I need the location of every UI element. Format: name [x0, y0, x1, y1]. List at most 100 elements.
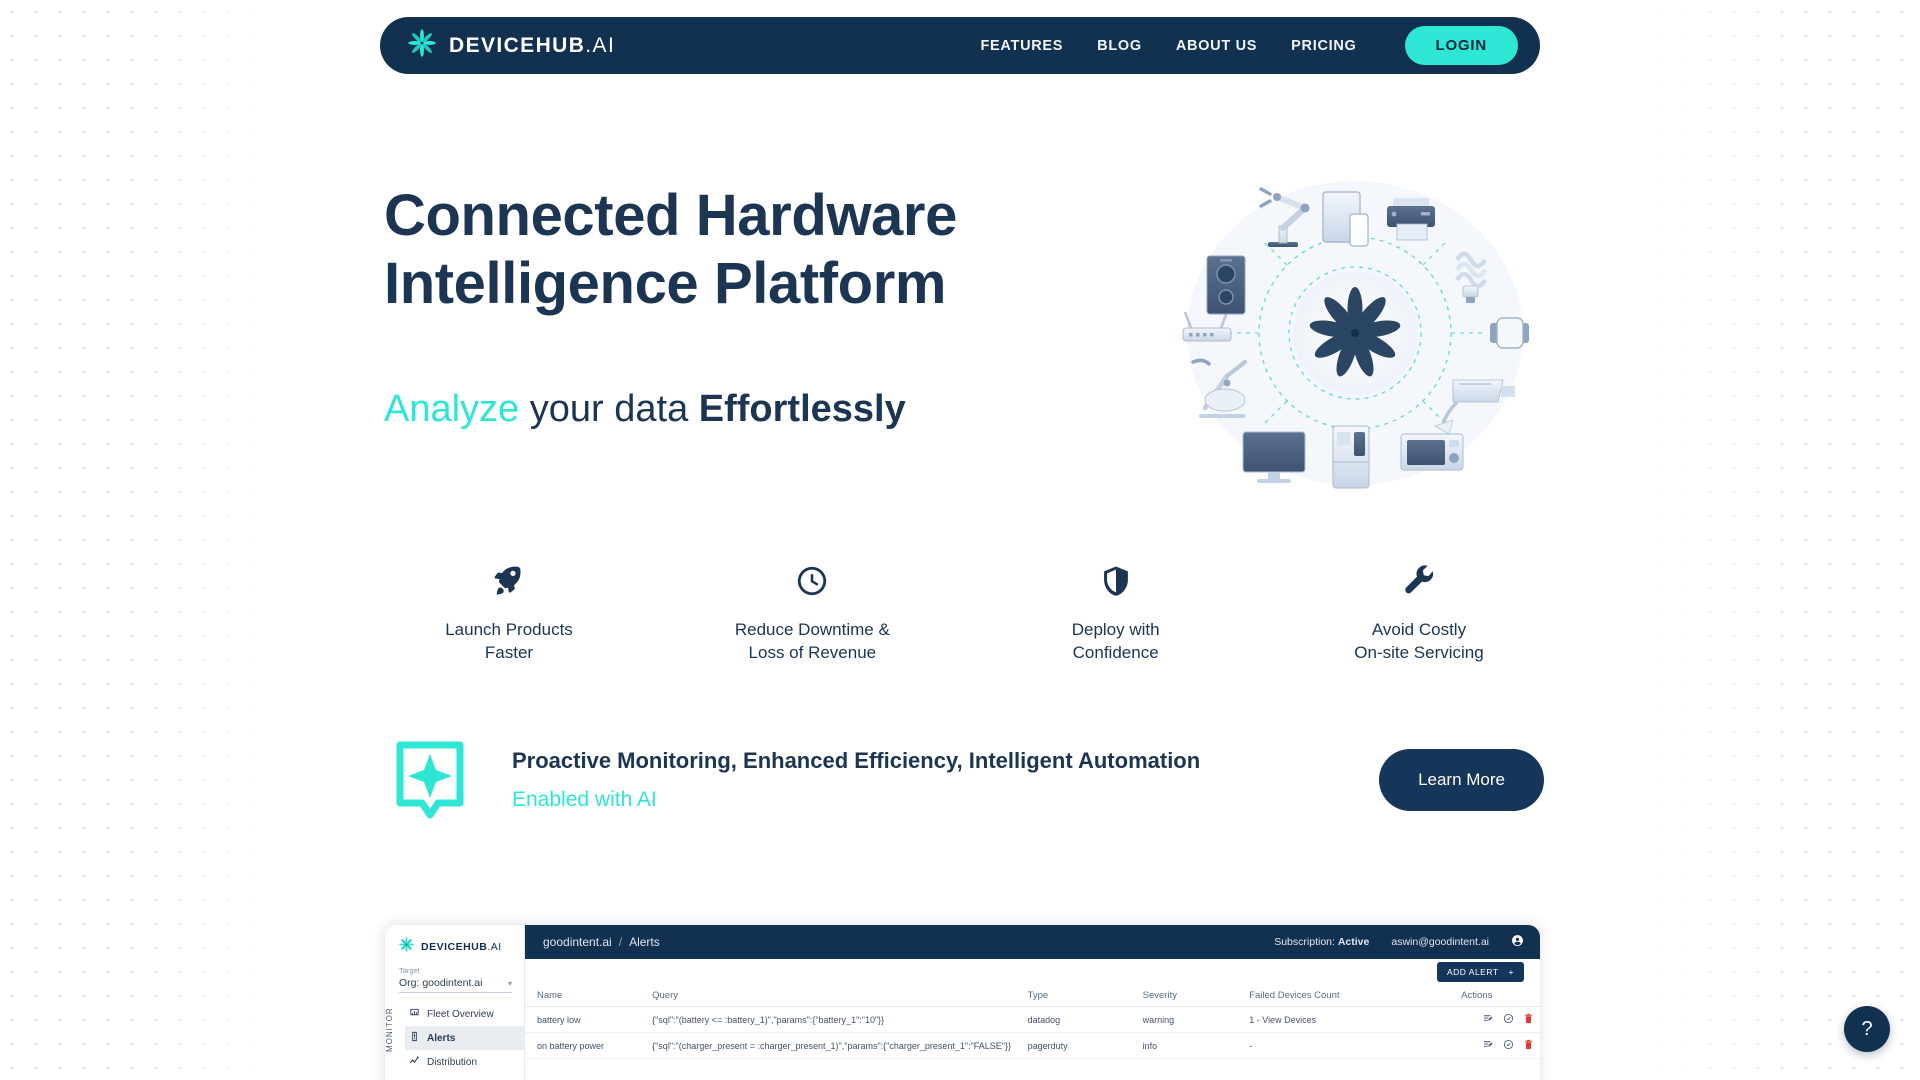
nav-link-about-us[interactable]: ABOUT US: [1176, 38, 1257, 54]
cell-severity: warning: [1136, 1006, 1244, 1033]
target-selector-wrap: Target Org: goodintent.ai ▾: [385, 957, 524, 993]
plus-icon: +: [1508, 967, 1514, 977]
sync-icon[interactable]: [1503, 1039, 1514, 1052]
feature-label-line2: Confidence: [1072, 642, 1159, 662]
monitor-group: MONITOR Fleet Overview Alerts Distributi…: [385, 1002, 524, 1074]
edit-icon[interactable]: [1483, 1039, 1494, 1052]
column-header-name: Name: [525, 985, 647, 1007]
ai-banner-title: Proactive Monitoring, Enhanced Efficienc…: [512, 748, 1201, 773]
brand-logo[interactable]: DEVICEHUB.AI: [408, 29, 615, 62]
sidebar-item-distribution[interactable]: Distribution: [405, 1050, 524, 1074]
column-header-failed-devices-count: Failed Devices Count: [1243, 985, 1456, 1007]
column-header-actions: Actions: [1455, 985, 1540, 1007]
nav-link-features[interactable]: FEATURES: [980, 38, 1063, 54]
feature-reduce-downtime: Reduce Downtime & Loss of Revenue: [687, 560, 937, 664]
dashboard-brand-logo[interactable]: DEVICEHUB.AI: [385, 925, 524, 957]
column-header-query: Query: [646, 985, 1022, 1007]
column-header-severity: Severity: [1136, 985, 1244, 1007]
cell-name: on battery power: [525, 1032, 647, 1059]
cell-actions: [1455, 1032, 1540, 1059]
sync-icon[interactable]: [1503, 1013, 1514, 1026]
breadcrumb-org[interactable]: goodintent.ai: [543, 935, 612, 949]
sidebar-menu: Fleet Overview Alerts Distribution: [405, 1002, 524, 1074]
add-alert-label: ADD ALERT: [1446, 967, 1499, 977]
feature-label-line1: Launch Products: [445, 620, 573, 639]
feature-label-line2: On-site Servicing: [1354, 642, 1484, 662]
feature-avoid-costly-servicing: Avoid Costly On-site Servicing: [1294, 560, 1544, 664]
pinwheel-logo-icon: [408, 29, 436, 62]
hero-illustration: [1165, 168, 1545, 498]
delete-icon[interactable]: [1523, 1039, 1534, 1052]
speaker-icon: [1206, 255, 1246, 315]
headline-line-2: Intelligence Platform: [384, 250, 947, 316]
subscription-value: Active: [1337, 936, 1370, 948]
user-avatar-icon[interactable]: [1511, 934, 1524, 950]
topbar-right: Subscription: Active aswin@goodintent.ai: [1274, 934, 1524, 950]
cell-actions: [1455, 1006, 1540, 1033]
cell-failed-devices[interactable]: 1 - View Devices: [1243, 1006, 1456, 1033]
alerts-icon: [409, 1031, 420, 1045]
target-label: Target: [399, 966, 420, 975]
delete-icon[interactable]: [1523, 1013, 1534, 1026]
feature-label: Avoid Costly On-site Servicing: [1294, 619, 1544, 664]
feature-label-line2: Loss of Revenue: [748, 642, 877, 662]
feature-label: Reduce Downtime & Loss of Revenue: [687, 619, 937, 664]
user-email: aswin@goodintent.ai: [1391, 936, 1489, 948]
shield-icon: [991, 560, 1241, 602]
monitor-section-label: MONITOR: [385, 1007, 394, 1052]
subscription-label: Subscription:: [1274, 936, 1335, 948]
cell-query: {"sql":"(charger_present = :charger_pres…: [646, 1032, 1022, 1059]
target-select[interactable]: Org: goodintent.ai ▾: [399, 975, 512, 993]
dashboard-preview: DEVICEHUB.AI Target Org: goodintent.ai ▾…: [385, 925, 1540, 1080]
dashboard-brand-main: DEVICEHUB: [421, 941, 488, 953]
help-button[interactable]: ?: [1844, 1006, 1890, 1052]
sidebar-item-fleet-overview[interactable]: Fleet Overview: [405, 1002, 524, 1026]
sidebar-item-label: Fleet Overview: [427, 1008, 494, 1020]
microwave-icon: [1400, 433, 1464, 471]
learn-more-button[interactable]: Learn More: [1379, 749, 1544, 811]
hero-subtitle-accent: Analyze: [384, 388, 520, 430]
login-button[interactable]: LOGIN: [1404, 26, 1518, 65]
dashboard-actionbar: ADD ALERT +: [525, 959, 1540, 985]
target-value: Org: goodintent.ai: [399, 977, 483, 989]
feature-label-line1: Deploy with: [1071, 620, 1160, 639]
chevron-down-icon: ▾: [507, 978, 512, 988]
breadcrumb-separator: /: [618, 935, 623, 949]
brand-name: DEVICEHUB.AI: [449, 34, 615, 58]
hero-subtitle: Analyze your data Effortlessly: [384, 388, 906, 431]
dashboard-brand-suffix: .AI: [487, 941, 502, 953]
breadcrumb-page: Alerts: [629, 935, 660, 949]
table-row[interactable]: battery low {"sql":"(battery <= :battery…: [525, 1006, 1540, 1033]
cell-type: datadog: [1021, 1006, 1137, 1033]
feature-label-line2: Faster: [484, 642, 534, 662]
column-header-type: Type: [1021, 985, 1137, 1007]
ai-sparkle-bubble-icon: [394, 740, 466, 820]
brand-name-main: DEVICEHUB: [449, 33, 586, 57]
monitor-icon: [1242, 431, 1306, 483]
cell-severity: info: [1136, 1032, 1244, 1059]
cell-query: {"sql":"(battery <= :battery_1)","params…: [646, 1006, 1022, 1033]
add-alert-button[interactable]: ADD ALERT +: [1436, 962, 1524, 982]
dashboard-topbar: goodintent.ai / Alerts Subscription: Act…: [525, 925, 1540, 959]
sidebar-item-alerts[interactable]: Alerts: [405, 1026, 524, 1050]
landing-page: DEVICEHUB.AI FEATURES BLOG ABOUT US PRIC…: [0, 0, 1920, 1080]
pinwheel-logo-icon: [399, 937, 414, 957]
distribution-icon: [409, 1055, 420, 1069]
cell-failed-devices: -: [1243, 1032, 1456, 1059]
table-header-row: Name Query Type Severity Failed Devices …: [525, 985, 1540, 1007]
rocket-icon: [384, 560, 634, 602]
nav-link-pricing[interactable]: PRICING: [1291, 38, 1356, 54]
feature-label: Deploy with Confidence: [991, 619, 1241, 664]
ai-banner: Proactive Monitoring, Enhanced Efficienc…: [394, 740, 1544, 820]
sidebar-item-label: Alerts: [427, 1032, 456, 1044]
dashboard-main: goodintent.ai / Alerts Subscription: Act…: [525, 925, 1540, 1080]
brand-name-suffix: .AI: [585, 33, 616, 57]
nav-links: FEATURES BLOG ABOUT US PRICING LOGIN: [980, 26, 1518, 65]
subscription-status: Subscription: Active: [1274, 936, 1369, 948]
table-row[interactable]: on battery power {"sql":"(charger_presen…: [525, 1032, 1540, 1059]
feature-label-line1: Reduce Downtime &: [734, 620, 890, 639]
nav-link-blog[interactable]: BLOG: [1097, 38, 1142, 54]
feature-launch-products-faster: Launch Products Faster: [384, 560, 634, 664]
edit-icon[interactable]: [1483, 1013, 1494, 1026]
clock-icon: [687, 560, 937, 602]
